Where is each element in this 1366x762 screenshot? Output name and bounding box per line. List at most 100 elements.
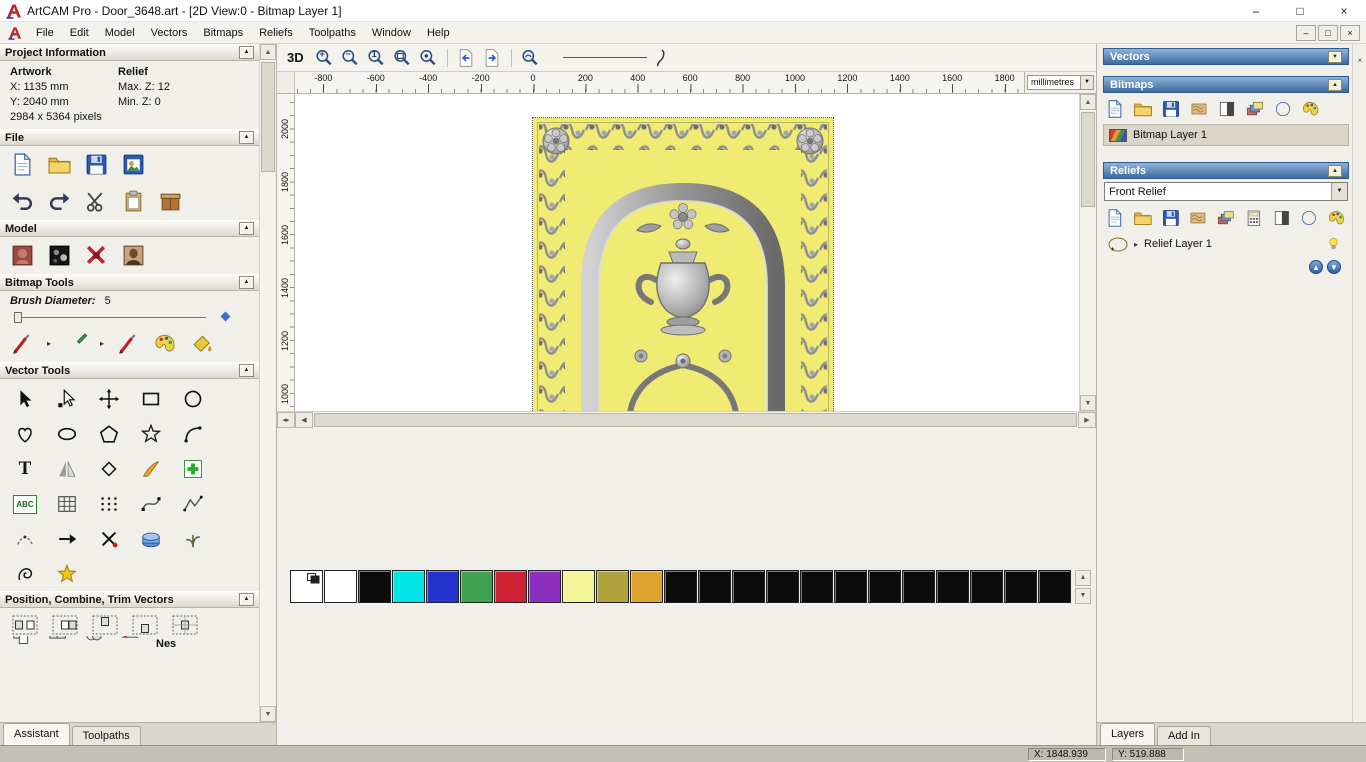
transform-vectors-icon[interactable] xyxy=(94,386,124,412)
zoom-1to1-icon[interactable]: 1 xyxy=(365,47,388,69)
bitmap-layer-name[interactable]: Bitmap Layer 1 xyxy=(1133,129,1207,141)
palette-icon[interactable] xyxy=(1327,208,1347,228)
fit-spline-icon[interactable] xyxy=(136,491,166,517)
align-top-icon[interactable] xyxy=(92,614,118,636)
spiral-icon[interactable] xyxy=(10,561,40,587)
tab-add-in[interactable]: Add In xyxy=(1157,726,1211,745)
maximize-button[interactable]: □ xyxy=(1278,0,1322,21)
record-macro-icon[interactable] xyxy=(158,189,183,214)
open-model-icon[interactable] xyxy=(47,152,72,177)
scroll-right-icon[interactable]: ▶ xyxy=(1078,412,1096,428)
bitmap-layer-item[interactable]: Bitmap Layer 1 xyxy=(1103,124,1349,146)
create-circle-icon[interactable] xyxy=(178,386,208,412)
create-ellipse-icon[interactable] xyxy=(52,421,82,447)
next-view-icon[interactable] xyxy=(481,47,504,69)
calculate-relief-icon[interactable] xyxy=(1244,208,1264,228)
extrude-icon[interactable] xyxy=(136,526,166,552)
collapse-section-button[interactable]: ▲ xyxy=(239,364,254,377)
palette-swatch-17[interactable] xyxy=(902,570,935,603)
primary-secondary-colour-swatch[interactable] xyxy=(290,570,323,603)
minimize-button[interactable]: – xyxy=(1234,0,1278,21)
menu-help[interactable]: Help xyxy=(419,24,458,42)
create-text-icon[interactable]: T xyxy=(10,456,40,482)
palette-swatch-6[interactable] xyxy=(528,570,561,603)
colour-palette-icon[interactable] xyxy=(153,331,178,356)
palette-swatch-5[interactable] xyxy=(494,570,527,603)
collapse-section-button[interactable]: ▲ xyxy=(239,222,254,235)
menu-window[interactable]: Window xyxy=(364,24,419,42)
node-editing-icon[interactable] xyxy=(52,386,82,412)
palette-swatch-14[interactable] xyxy=(800,570,833,603)
grid-copy-icon[interactable] xyxy=(52,491,82,517)
flood-fill-icon[interactable] xyxy=(190,331,215,356)
canvas-h-scrollbar[interactable]: ◂▸ ◀ ▶ xyxy=(277,411,1096,428)
cut-icon[interactable] xyxy=(84,189,109,214)
scroll-down-icon[interactable]: ▼ xyxy=(260,706,276,722)
colour-reduce-icon[interactable] xyxy=(1245,99,1265,119)
palette-swatch-10[interactable] xyxy=(664,570,697,603)
tab-layers[interactable]: Layers xyxy=(1100,723,1156,745)
relief-layer-item[interactable]: ▸ Relief Layer 1 xyxy=(1103,233,1349,255)
collapse-section-button[interactable]: ▲ xyxy=(239,593,254,606)
block-copy-icon[interactable] xyxy=(94,491,124,517)
offset-vector-icon[interactable] xyxy=(94,456,124,482)
palette-swatch-0[interactable] xyxy=(324,570,357,603)
canvas-2d-view[interactable] xyxy=(295,94,1079,411)
sphere-icon[interactable] xyxy=(1299,208,1319,228)
menu-reliefs[interactable]: Reliefs xyxy=(251,24,301,42)
collapse-section-button[interactable]: ▲ xyxy=(239,46,254,59)
slider-track[interactable] xyxy=(18,317,206,318)
pan-button[interactable]: ◂▸ xyxy=(277,412,295,428)
palette-swatch-7[interactable] xyxy=(562,570,595,603)
palette-swatch-1[interactable] xyxy=(358,570,391,603)
load-image-icon[interactable] xyxy=(121,243,146,268)
scroll-down-icon[interactable]: ▼ xyxy=(1080,395,1096,411)
palette-swatch-15[interactable] xyxy=(834,570,867,603)
texture-icon[interactable] xyxy=(1189,99,1209,119)
open-relief-icon[interactable] xyxy=(1133,208,1153,228)
draw-colour-icon[interactable] xyxy=(63,331,88,356)
align-right-icon[interactable] xyxy=(52,614,78,636)
model-lighting-icon[interactable] xyxy=(84,243,109,268)
palette-icon[interactable] xyxy=(1301,99,1321,119)
flyout-arrow-icon[interactable]: ▸ xyxy=(47,339,51,348)
v-ruler[interactable]: 2000180016001400120010008006004002000 xyxy=(277,94,295,411)
import-image-icon[interactable] xyxy=(121,152,146,177)
trim-vectors-icon[interactable] xyxy=(94,526,124,552)
palette-swatch-8[interactable] xyxy=(596,570,629,603)
menu-bitmaps[interactable]: Bitmaps xyxy=(195,24,251,42)
pick-colour-icon[interactable] xyxy=(116,331,141,356)
layer-visibility-button[interactable] xyxy=(1322,235,1344,253)
palette-swatch-12[interactable] xyxy=(732,570,765,603)
expand-vectors-icon[interactable]: ▼ xyxy=(1328,50,1342,63)
text-on-curve-icon[interactable]: ABC xyxy=(10,491,40,517)
menu-edit[interactable]: Edit xyxy=(62,24,97,42)
slice-vectors-icon[interactable] xyxy=(120,636,142,650)
canvas-v-scrollbar[interactable]: ▲ ▼ xyxy=(1079,94,1096,411)
layer-stack-icon[interactable] xyxy=(1216,208,1236,228)
zoom-object-icon[interactable] xyxy=(417,47,440,69)
curve-tool-indicator[interactable] xyxy=(654,48,666,67)
palette-swatch-11[interactable] xyxy=(698,570,731,603)
adjust-model-icon[interactable] xyxy=(10,243,35,268)
tab-assistant[interactable]: Assistant xyxy=(3,723,70,745)
paste-special-icon[interactable] xyxy=(178,456,208,482)
previous-view-icon[interactable] xyxy=(455,47,478,69)
expand-layer-icon[interactable]: ▸ xyxy=(1134,240,1138,249)
menu-file[interactable]: File xyxy=(28,24,62,42)
collapse-bitmaps-icon[interactable]: ▲ xyxy=(1328,78,1342,91)
palette-swatch-3[interactable] xyxy=(426,570,459,603)
palette-swatch-13[interactable] xyxy=(766,570,799,603)
open-bitmap-icon[interactable] xyxy=(1133,99,1153,119)
join-vectors-icon[interactable] xyxy=(52,526,82,552)
units-dropdown-icon[interactable]: ▼ xyxy=(1081,75,1094,90)
zoom-out-icon[interactable]: − xyxy=(339,47,362,69)
greyscale-model-icon[interactable] xyxy=(47,243,72,268)
branch-curve-icon[interactable] xyxy=(178,526,208,552)
palette-swatch-16[interactable] xyxy=(868,570,901,603)
panel-close-icon[interactable]: × xyxy=(1355,56,1365,66)
scrollbar-thumb[interactable] xyxy=(314,413,1077,427)
zoom-box-icon[interactable] xyxy=(391,47,414,69)
mdi-restore-button[interactable]: □ xyxy=(1318,24,1338,41)
create-polyline-icon[interactable] xyxy=(178,491,208,517)
